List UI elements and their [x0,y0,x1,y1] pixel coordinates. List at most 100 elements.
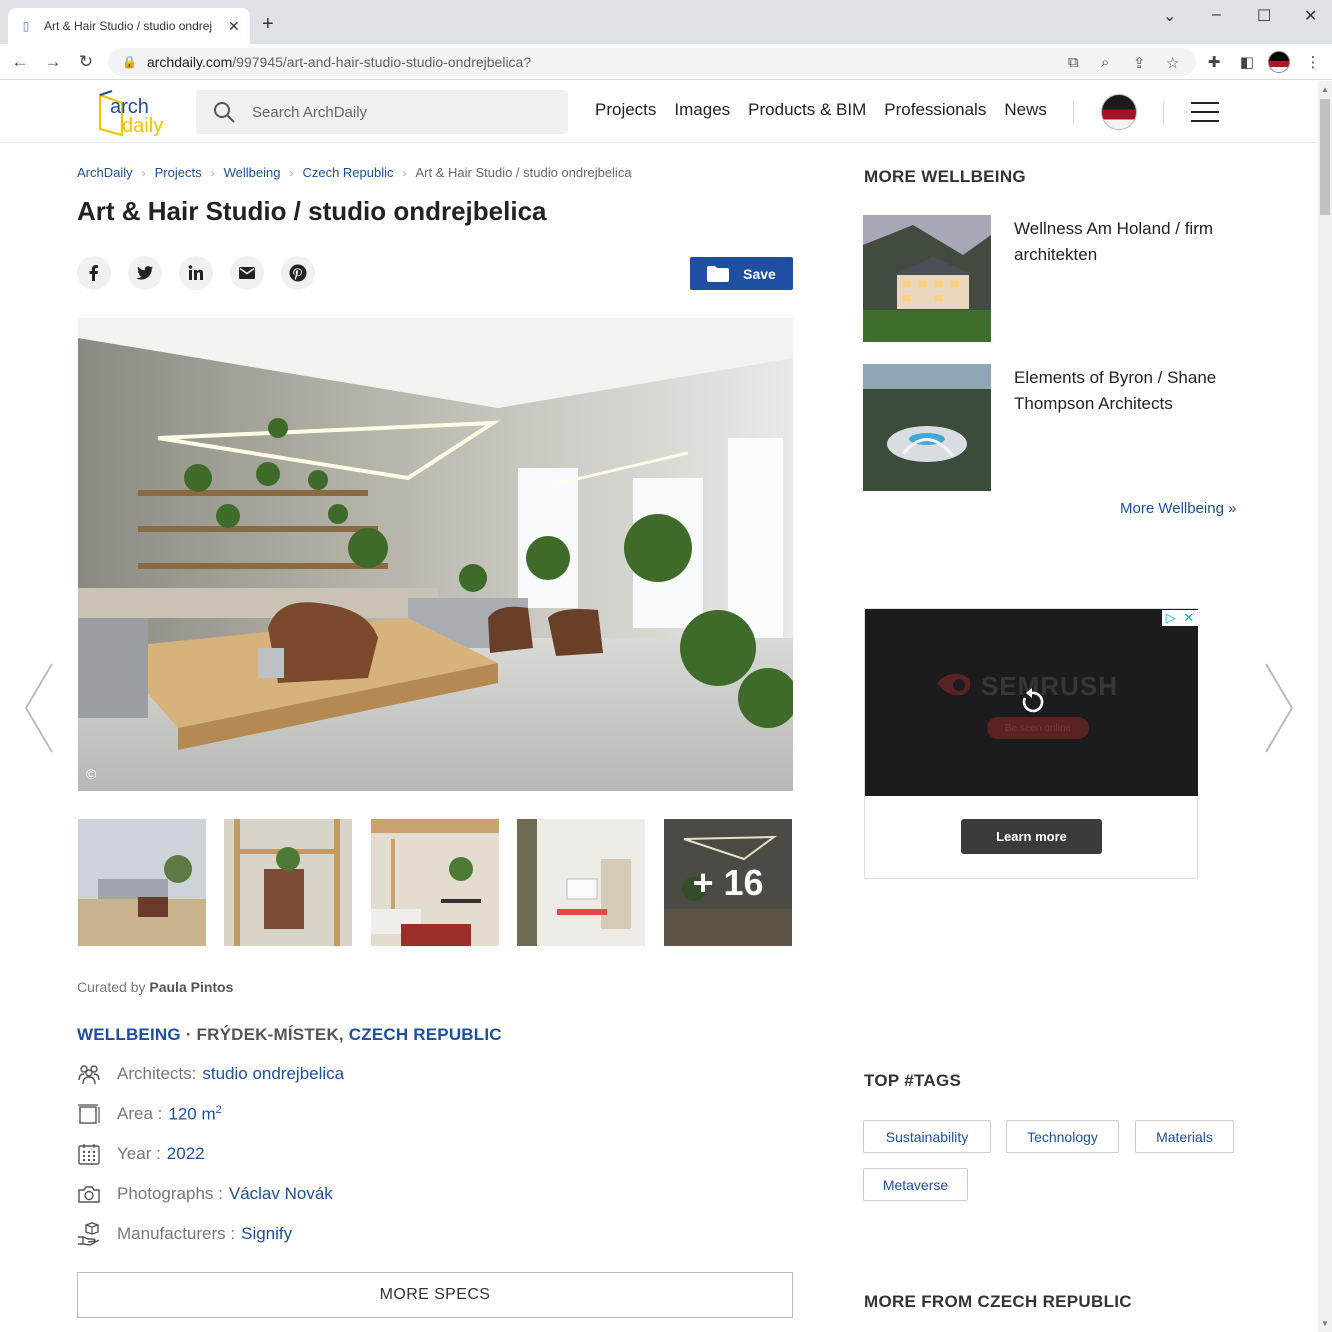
share-facebook-button[interactable] [77,256,111,290]
nav-projects[interactable]: Projects [595,100,656,120]
zoom-icon[interactable]: ⌕ [1101,54,1109,71]
ad-choices-badge[interactable]: ▷ ✕ [1162,610,1198,626]
page-scrollbar[interactable]: ▲ ▼ [1318,81,1332,1332]
hamburger-menu-icon[interactable] [1191,102,1219,122]
bookmark-star-icon[interactable]: ☆ [1166,54,1179,72]
spec-manufacturers: Manufacturers : Signify [77,1222,292,1246]
area-icon [78,1104,100,1124]
tag-metaverse[interactable]: Metaverse [863,1168,968,1201]
tag-technology[interactable]: Technology [1006,1120,1119,1153]
related-project-thumbnail[interactable] [863,215,991,342]
gallery-prev-arrow-icon[interactable] [22,662,56,754]
breadcrumb: ArchDaily › Projects › Wellbeing › Czech… [77,165,632,180]
curated-by: Curated by Paula Pintos [77,979,234,995]
scroll-up-arrow-icon[interactable]: ▲ [1321,85,1329,94]
breadcrumb-chevron-icon: › [402,165,407,180]
country-link[interactable]: CZECH REPUBLIC [349,1025,502,1044]
header-divider [1163,101,1164,125]
share-pinterest-button[interactable] [281,256,315,290]
related-project-title[interactable]: Wellness Am Holand / firm architekten [1014,216,1234,268]
nav-products-bim[interactable]: Products & BIM [748,100,866,120]
share-icon[interactable]: ⇪ [1133,54,1146,72]
close-window-icon[interactable]: ✕ [1304,6,1317,26]
tag-materials[interactable]: Materials [1135,1120,1234,1153]
more-specs-button[interactable]: MORE SPECS [77,1272,793,1318]
browser-profile-avatar[interactable] [1268,51,1290,73]
facebook-icon [89,265,98,281]
architect-link[interactable]: studio ondrejbelica [202,1064,344,1084]
category-link[interactable]: WELLBEING [77,1025,181,1044]
tag-sustainability[interactable]: Sustainability [863,1120,991,1153]
breadcrumb-chevron-icon: › [141,165,146,180]
search-placeholder: Search ArchDaily [252,103,368,121]
replay-icon[interactable] [1017,687,1047,717]
new-tab-button[interactable]: + [262,13,274,36]
hero-photo[interactable] [78,318,793,791]
extensions-puzzle-icon[interactable]: ✚ [1204,52,1224,72]
copyright-badge[interactable]: © [86,766,96,782]
breadcrumb-archdaily[interactable]: ArchDaily [77,165,133,180]
search-box[interactable]: Search ArchDaily [196,90,568,134]
address-url: archdaily.com/997945/art-and-hair-studio… [146,54,532,70]
ad-video[interactable]: SEMRUSH Be seen online [865,609,1198,796]
share-linkedin-button[interactable] [179,256,213,290]
archdaily-logo[interactable]: arch daily [96,89,176,137]
share-email-button[interactable] [230,256,264,290]
gallery-thumbnail[interactable] [371,819,499,946]
user-avatar[interactable] [1101,94,1137,130]
twitter-icon [136,266,153,280]
breadcrumb-chevron-icon: › [289,165,294,180]
resort-aerial-image [863,364,991,491]
photographer-link[interactable]: Václav Novák [229,1184,333,1204]
salon-interior-image [78,318,793,791]
nav-images[interactable]: Images [674,100,730,120]
search-icon [214,102,235,123]
minimize-window-icon[interactable]: – [1212,6,1221,24]
pinterest-icon [289,264,307,282]
area-value: 120 m2 [168,1103,222,1124]
mountain-lodge-image [863,215,991,342]
ad-learn-more-button[interactable]: Learn more [961,819,1102,854]
breadcrumb-czech-republic[interactable]: Czech Republic [302,165,393,180]
translate-icon[interactable]: ⧉ [1068,54,1079,71]
breadcrumb-projects[interactable]: Projects [155,165,202,180]
breadcrumb-wellbeing[interactable]: Wellbeing [224,165,281,180]
gallery-thumbnail[interactable] [78,819,206,946]
scroll-down-arrow-icon[interactable]: ▼ [1321,1319,1329,1328]
manufacturer-link[interactable]: Signify [241,1224,292,1244]
spec-architects: Architects: studio ondrejbelica [77,1062,344,1086]
reload-icon[interactable]: ↻ [74,50,98,74]
ad-brand-name: SEMRUSH [981,671,1119,701]
maximize-window-icon[interactable]: ☐ [1257,6,1271,26]
save-button[interactable]: Save [690,257,793,290]
advertisement[interactable]: SEMRUSH Be seen online ▷ ✕ Learn more [864,608,1198,879]
side-panel-icon[interactable]: ◧ [1237,52,1257,72]
email-icon [239,267,255,279]
archdaily-favicon-icon: ▯ [22,19,30,33]
nav-news[interactable]: News [1004,100,1047,120]
browser-menu-icon[interactable]: ⋮ [1303,52,1323,72]
year-link[interactable]: 2022 [167,1144,205,1164]
close-tab-icon[interactable]: ✕ [228,18,240,35]
ad-choices-icon[interactable]: ▷ [1166,610,1176,626]
ad-close-icon[interactable]: ✕ [1183,610,1194,626]
scrollbar-thumb[interactable] [1320,99,1330,215]
more-wellbeing-link[interactable]: More Wellbeing » [1120,500,1236,517]
address-bar[interactable]: 🔒 archdaily.com/997945/art-and-hair-stud… [108,48,1196,76]
main-navigation: Projects Images Products & BIM Professio… [595,100,1047,120]
linkedin-icon [188,265,203,280]
back-arrow-icon[interactable]: ← [8,50,32,74]
related-project-title[interactable]: Elements of Byron / Shane Thompson Archi… [1014,365,1234,417]
browser-tab-active[interactable]: ▯ Art & Hair Studio / studio ondrej ✕ [8,8,250,44]
project-location: WELLBEING · FRÝDEK-MÍSTEK, CZECH REPUBLI… [77,1025,502,1044]
gallery-thumbnail[interactable] [517,819,645,946]
more-photos-overlay[interactable]: + 16 [664,819,792,946]
tab-search-chevron-icon[interactable]: ⌄ [1163,6,1176,26]
curator-name[interactable]: Paula Pintos [149,979,233,995]
share-twitter-button[interactable] [128,256,162,290]
related-project-thumbnail[interactable] [863,364,991,491]
gallery-thumbnail[interactable] [224,819,352,946]
nav-professionals[interactable]: Professionals [884,100,986,120]
forward-arrow-icon[interactable]: → [41,50,65,74]
gallery-next-arrow-icon[interactable] [1262,662,1296,754]
